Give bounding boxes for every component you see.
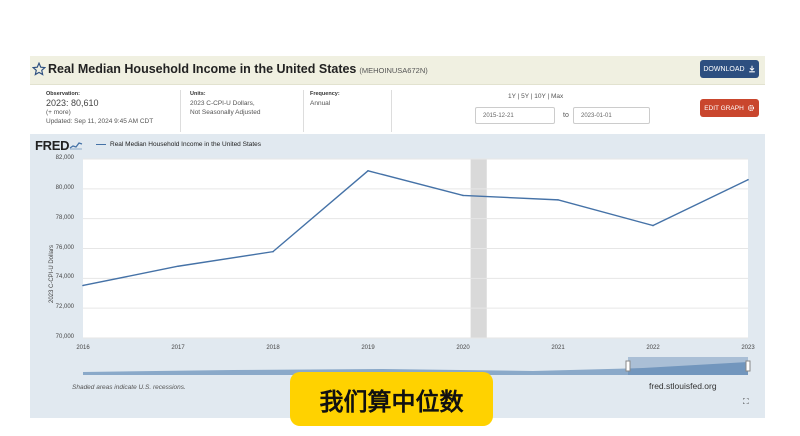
recession-note: Shaded areas indicate U.S. recessions. xyxy=(72,384,186,391)
data-point xyxy=(747,178,749,181)
graph-panel: Real Median Household Income in the Unit… xyxy=(30,56,765,418)
data-point xyxy=(177,265,179,268)
overlay-caption: 我们算中位数 xyxy=(290,372,493,426)
source-url[interactable]: fred.stlouisfed.org xyxy=(649,381,717,391)
data-point xyxy=(272,250,274,253)
data-point xyxy=(557,199,559,201)
data-point xyxy=(652,224,654,227)
line-chart xyxy=(82,158,751,375)
data-point xyxy=(82,284,84,287)
navigator-selection xyxy=(628,357,748,375)
data-point xyxy=(462,194,464,197)
fullscreen-icon[interactable]: ⛶ xyxy=(743,397,749,407)
data-point xyxy=(367,169,369,172)
navigator-handle-right xyxy=(745,360,751,372)
navigator-handle-left xyxy=(625,360,631,372)
